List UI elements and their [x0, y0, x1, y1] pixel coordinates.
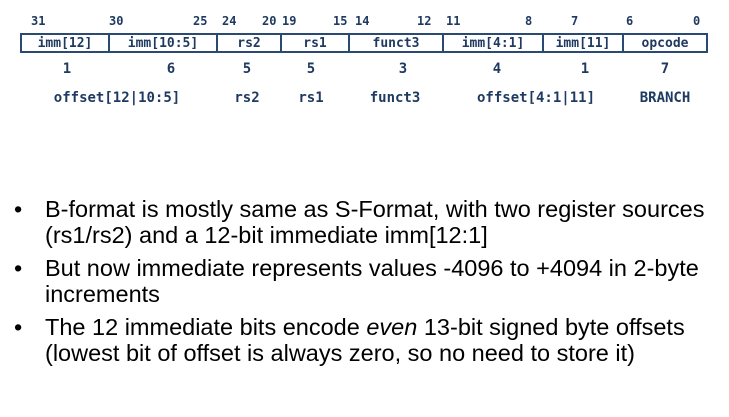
bit-position-label: 12	[417, 14, 432, 28]
field-width: 4	[492, 61, 502, 77]
bit-position-label: 31	[31, 14, 46, 28]
bullet-item: • But now immediate represents values -4…	[14, 255, 719, 307]
bullet-text-part: The 12 immediate bits encode	[45, 314, 367, 340]
field-width: 3	[398, 61, 408, 77]
field-name: BRANCH	[639, 90, 691, 106]
bullet-text: B-format is mostly same as S-Format, wit…	[45, 196, 705, 248]
field-cell-rs2: rs2	[218, 35, 282, 51]
instruction-format-table: imm[12] imm[10:5] rs2 rs1 funct3 imm[4:1…	[20, 33, 708, 53]
field-cell-rs1: rs1	[282, 35, 350, 51]
field-width: 7	[660, 61, 670, 77]
bit-position-label: 0	[693, 14, 701, 28]
bullet-item: • B-format is mostly same as S-Format, w…	[14, 196, 719, 248]
bit-position-label: 6	[626, 14, 634, 28]
bit-position-label: 19	[282, 14, 297, 28]
field-cell-imm4-1: imm[4:1]	[444, 35, 544, 51]
slide: 31 30 25 24 20 19 15 14 12 11 8 7 6 0 im…	[0, 0, 729, 417]
bullet-list: • B-format is mostly same as S-Format, w…	[14, 196, 719, 373]
bit-position-label: 24	[222, 14, 237, 28]
bullet-item: • The 12 immediate bits encode even 13-b…	[14, 314, 719, 366]
field-cell-imm10-5: imm[10:5]	[110, 35, 218, 51]
bullet-text: The 12 immediate bits encode even 13-bit…	[45, 314, 685, 366]
field-cell-imm12: imm[12]	[22, 35, 110, 51]
field-cell-imm11: imm[11]	[544, 35, 624, 51]
bit-position-label: 11	[446, 14, 461, 28]
bit-position-label: 14	[355, 14, 370, 28]
bit-position-label: 8	[525, 14, 533, 28]
field-width: 1	[62, 61, 72, 77]
bit-position-label: 30	[109, 14, 124, 28]
bullet-marker: •	[14, 255, 23, 281]
bit-position-label: 15	[333, 14, 348, 28]
bit-position-label: 7	[571, 14, 579, 28]
field-name: rs2	[234, 90, 260, 106]
field-cell-funct3: funct3	[350, 35, 444, 51]
bit-position-label: 20	[262, 14, 277, 28]
bullet-text: But now immediate represents values -409…	[45, 255, 699, 307]
field-width: 5	[242, 61, 252, 77]
bullet-marker: •	[14, 314, 23, 340]
field-width: 5	[306, 61, 316, 77]
field-width: 1	[580, 61, 590, 77]
field-name: offset[4:1|11]	[476, 90, 596, 106]
field-width: 6	[166, 61, 176, 77]
field-name: rs1	[298, 90, 324, 106]
bullet-text-emphasis: even	[366, 314, 418, 340]
field-cell-opcode: opcode	[641, 35, 689, 51]
field-name: offset[12|10:5]	[53, 90, 181, 106]
bit-position-label: 25	[193, 14, 208, 28]
bullet-marker: •	[14, 196, 23, 222]
field-name: funct3	[369, 90, 421, 106]
